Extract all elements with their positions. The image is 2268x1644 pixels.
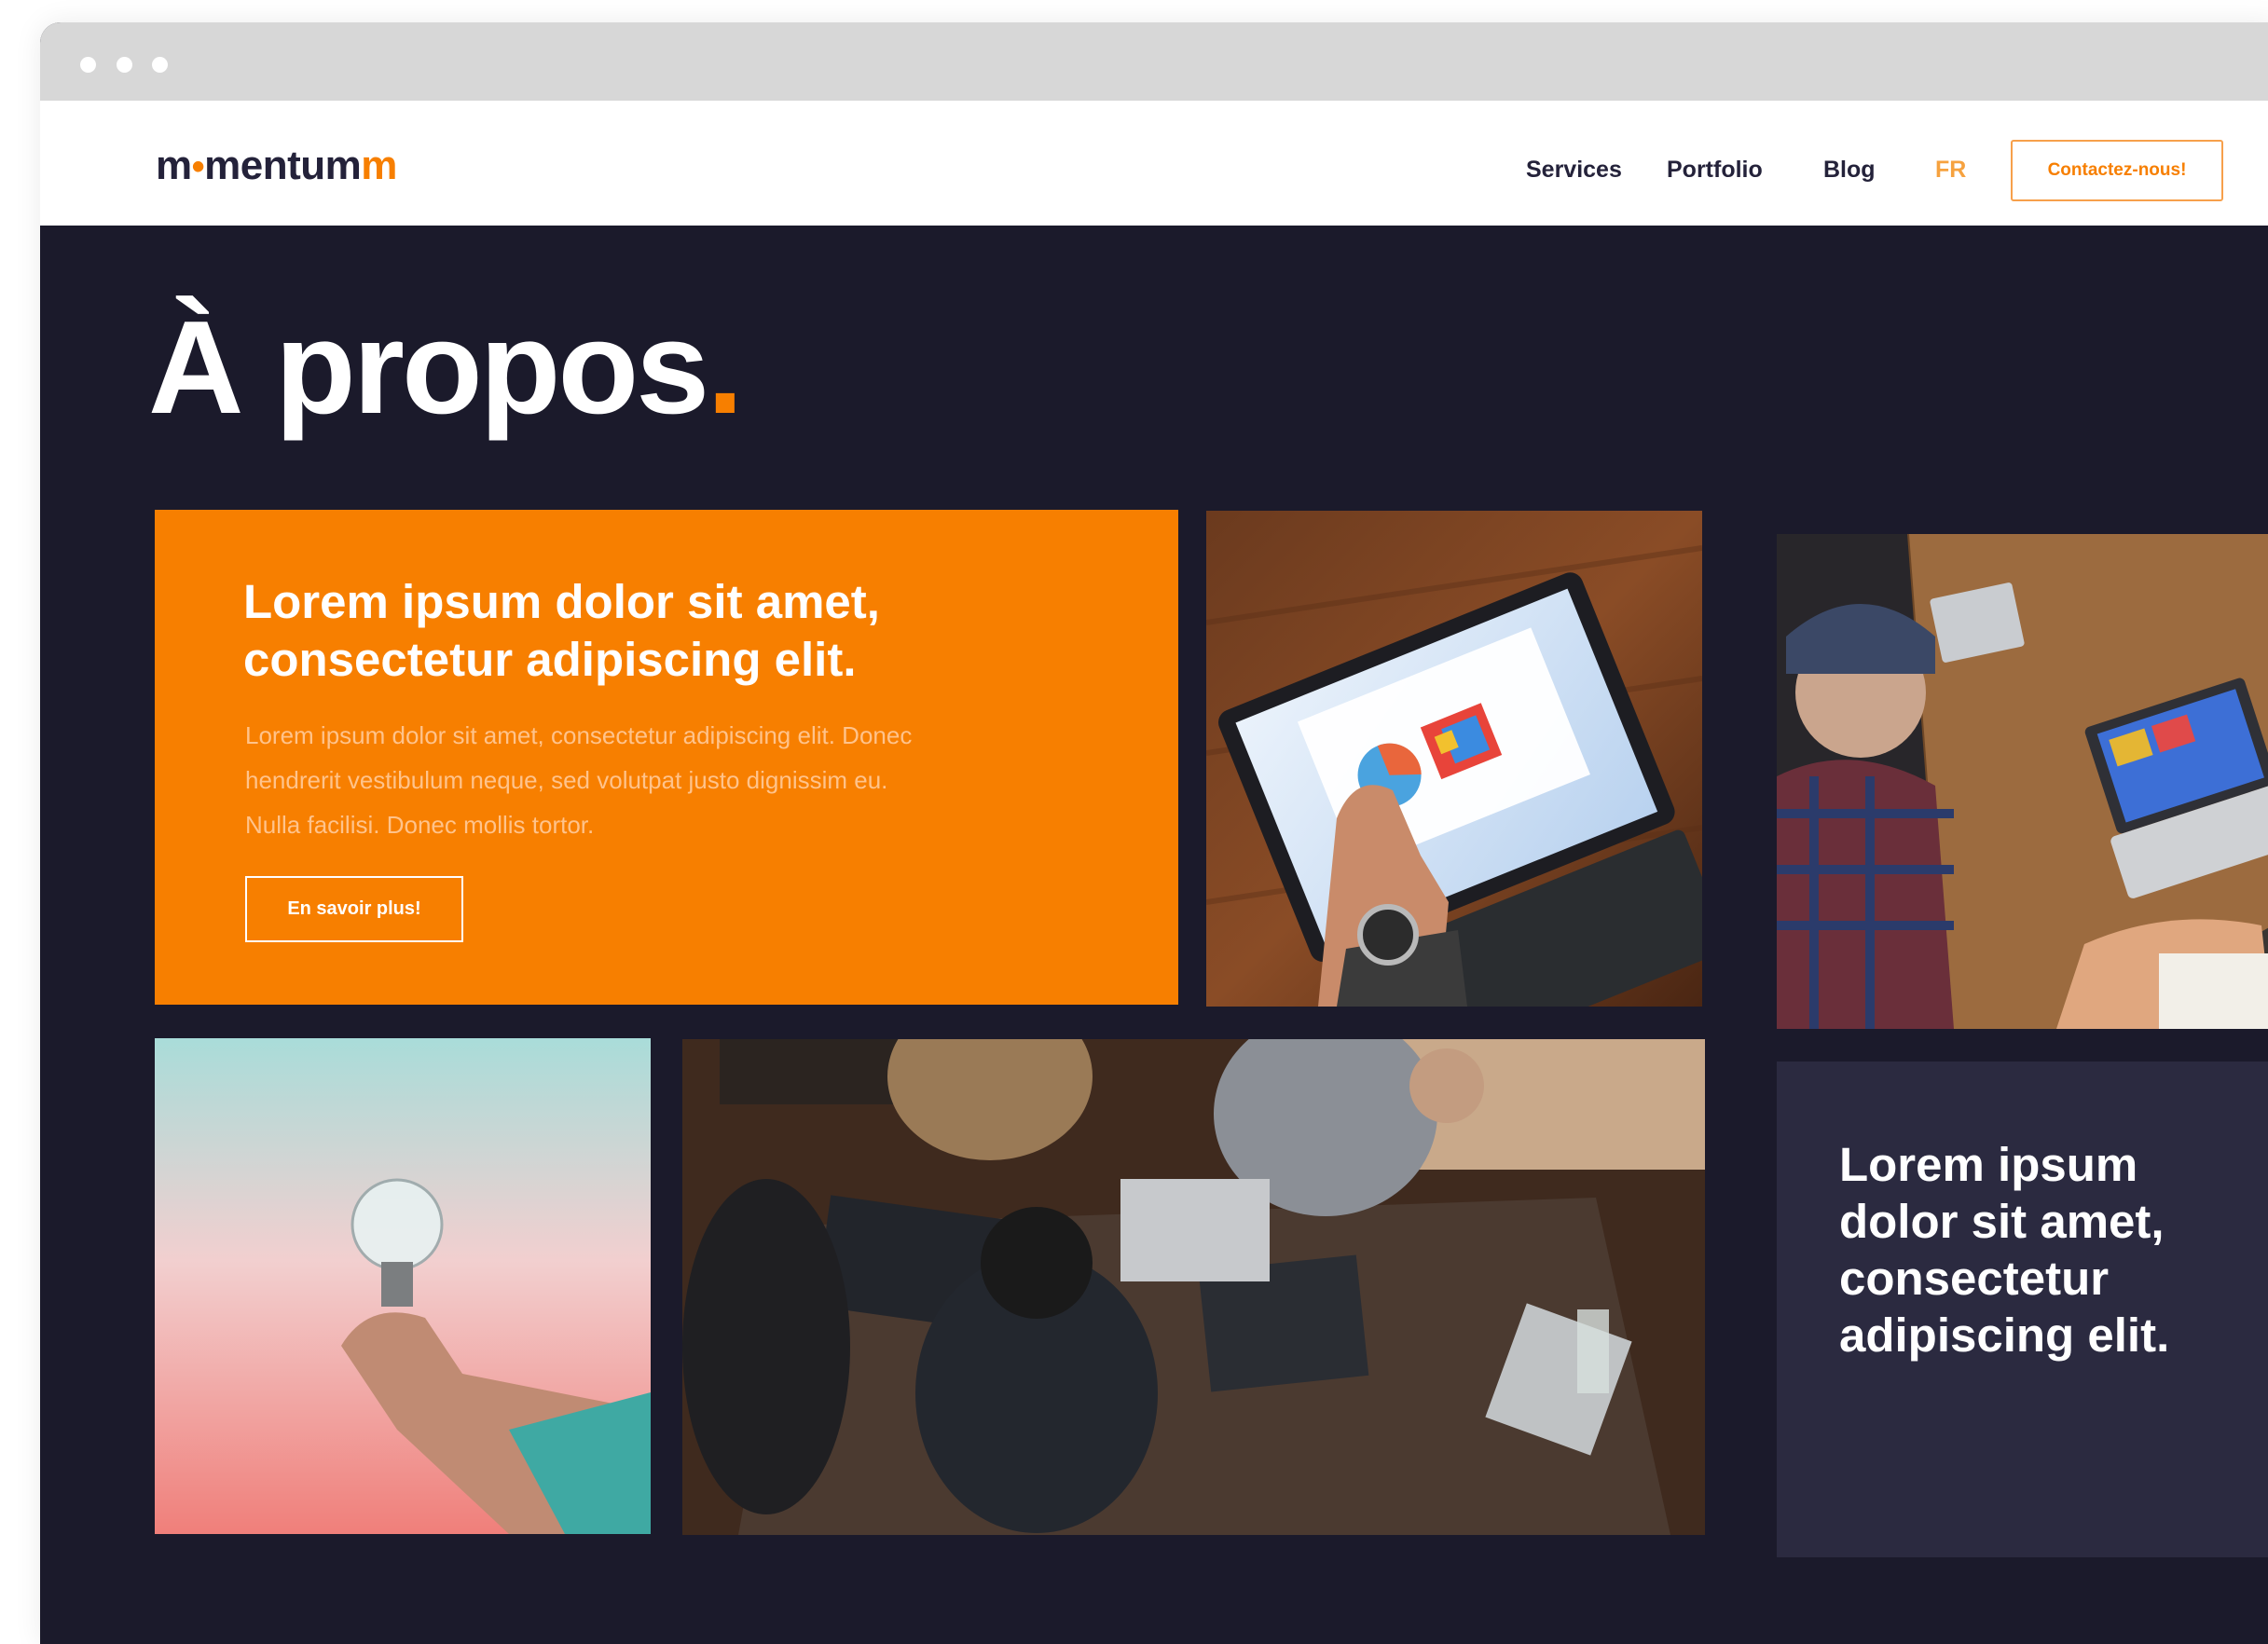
feature-card: Lorem ipsum dolor sit amet, consectetur … bbox=[155, 510, 1178, 1005]
feature-heading: Lorem ipsum dolor sit amet, consectetur … bbox=[243, 575, 880, 686]
quote-heading: Lorem ipsum dolor sit amet, consectetur … bbox=[1839, 1138, 2170, 1362]
momentum-logo[interactable]: m•mentumm bbox=[156, 145, 397, 186]
language-switch[interactable]: FR bbox=[1935, 158, 1966, 182]
window-dot-icon[interactable] bbox=[117, 57, 132, 73]
logo-text: m bbox=[156, 143, 192, 188]
logo-text: mentum bbox=[204, 143, 362, 188]
nav-portfolio[interactable]: Portfolio bbox=[1667, 158, 1763, 182]
window-dot-icon[interactable] bbox=[152, 57, 168, 73]
meeting-photo-image bbox=[1777, 534, 2268, 1029]
team-laptops-photo-image bbox=[682, 1039, 1705, 1535]
lightbulb-photo-image bbox=[155, 1038, 651, 1534]
page-title: À propos. bbox=[148, 302, 744, 434]
browser-titlebar bbox=[40, 22, 2268, 101]
browser-window: m•mentumm Services Portfolio Blog FR Con… bbox=[40, 22, 2268, 1644]
quote-card: Lorem ipsum dolor sit amet, consectetur … bbox=[1777, 1062, 2268, 1557]
tablet-photo bbox=[1206, 511, 1702, 1007]
site-header: m•mentumm Services Portfolio Blog FR Con… bbox=[40, 101, 2268, 226]
logo-accent: m bbox=[361, 143, 397, 188]
team-laptops-photo bbox=[682, 1039, 1705, 1535]
nav-services[interactable]: Services bbox=[1526, 158, 1622, 182]
window-dot-icon[interactable] bbox=[80, 57, 96, 73]
logo-dot: • bbox=[191, 146, 205, 187]
learn-more-button[interactable]: En savoir plus! bbox=[245, 876, 463, 942]
nav-blog[interactable]: Blog bbox=[1823, 158, 1876, 182]
feature-body: Lorem ipsum dolor sit amet, consectetur … bbox=[245, 721, 913, 839]
title-period: . bbox=[707, 294, 743, 442]
lightbulb-photo bbox=[155, 1038, 651, 1534]
tablet-photo-image bbox=[1206, 511, 1702, 1007]
page-title-text: À propos bbox=[148, 294, 709, 442]
contact-button[interactable]: Contactez-nous! bbox=[2011, 140, 2223, 201]
meeting-photo bbox=[1777, 534, 2268, 1029]
